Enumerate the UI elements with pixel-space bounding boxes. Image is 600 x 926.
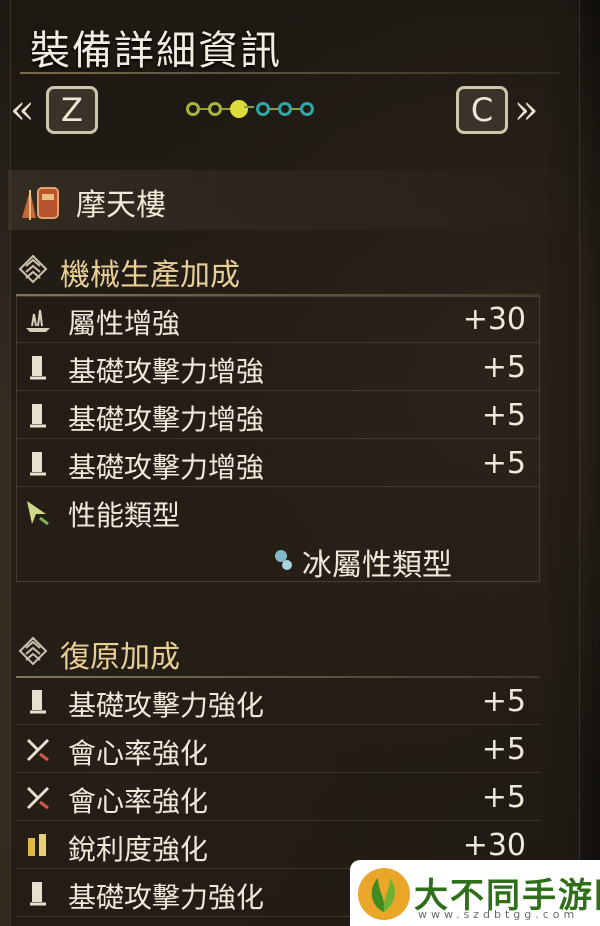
stat-row: 基礎攻擊力增強 +5 xyxy=(16,442,540,487)
panel-title: 裝備詳細資訊 xyxy=(30,28,282,74)
element-type-label: 冰屬性類型 xyxy=(302,548,452,583)
stat-label: 屬性增強 xyxy=(68,307,181,340)
section-title: 復原加成 xyxy=(60,640,180,675)
augment-icon xyxy=(18,636,48,666)
stat-label: 基礎攻擊力增強 xyxy=(68,403,265,436)
next-arrow-icon[interactable]: » xyxy=(514,86,538,134)
stat-label: 基礎攻擊力強化 xyxy=(68,881,265,914)
watermark-url: www.szdbtgg.com xyxy=(418,908,579,921)
section-title: 機械生產加成 xyxy=(60,258,240,293)
item-name: 摩天樓 xyxy=(76,188,166,223)
augment-icon xyxy=(18,254,48,284)
attack-boost-icon xyxy=(30,404,46,428)
stat-row: 基礎攻擊力強化 +5 xyxy=(16,680,540,725)
attack-boost-icon xyxy=(30,356,46,380)
prev-key-button[interactable]: Z xyxy=(46,86,98,134)
page-dot[interactable] xyxy=(186,102,210,116)
next-key-button[interactable]: C xyxy=(456,86,508,134)
affinity-icon xyxy=(26,738,50,762)
page-dot-active[interactable] xyxy=(230,100,254,118)
watermark-logo-icon xyxy=(358,868,410,920)
stat-label: 基礎攻擊力強化 xyxy=(68,689,265,722)
stat-value: +5 xyxy=(481,350,526,385)
page-dot[interactable] xyxy=(278,102,302,116)
sharpness-icon xyxy=(28,834,46,856)
prev-arrow-icon[interactable]: « xyxy=(10,86,34,134)
stat-label: 會心率強化 xyxy=(68,737,209,770)
element-boost-icon xyxy=(26,309,50,332)
stat-row: 會心率強化 +5 xyxy=(16,728,540,773)
stat-label: 基礎攻擊力增強 xyxy=(68,355,265,388)
stat-row: 基礎攻擊力增強 +5 xyxy=(16,346,540,391)
affinity-icon xyxy=(26,786,50,810)
bow-weapon-icon xyxy=(22,187,59,220)
title-divider xyxy=(20,72,560,74)
stat-value: +5 xyxy=(481,684,526,719)
stat-row: 基礎攻擊力增強 +5 xyxy=(16,394,540,439)
stat-value: +30 xyxy=(462,302,526,337)
ice-element-icon xyxy=(275,550,292,570)
page-dot[interactable] xyxy=(208,102,232,116)
section-divider xyxy=(16,676,540,678)
stat-label: 基礎攻擊力增強 xyxy=(68,451,265,484)
stat-value: +5 xyxy=(481,446,526,481)
stat-label: 性能類型 xyxy=(68,499,181,532)
page-dot[interactable] xyxy=(300,102,314,116)
stat-row: 屬性增強 +30 xyxy=(16,298,540,343)
stat-row: 會心率強化 +5 xyxy=(16,776,540,821)
stat-row: 性能類型 xyxy=(16,490,540,534)
stat-value: +5 xyxy=(481,732,526,767)
page-dot[interactable] xyxy=(256,102,280,116)
stat-value: +5 xyxy=(481,780,526,815)
stat-value: +30 xyxy=(462,828,526,863)
attack-boost-icon xyxy=(30,452,46,476)
stat-value: +5 xyxy=(481,398,526,433)
stat-label: 會心率強化 xyxy=(68,785,209,818)
stat-label: 銳利度強化 xyxy=(68,833,209,866)
attack-boost-icon xyxy=(30,882,46,906)
page-indicator xyxy=(186,100,322,122)
performance-type-icon xyxy=(27,501,49,526)
attack-boost-icon xyxy=(30,690,46,714)
